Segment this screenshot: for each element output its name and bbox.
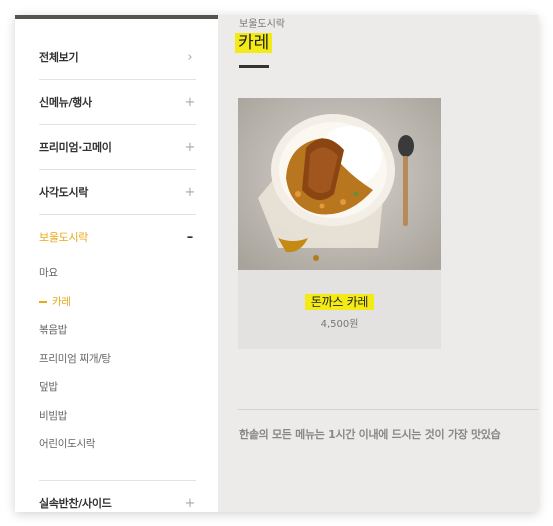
category-new-event[interactable]: 신메뉴/행사 + (39, 80, 196, 125)
notice-text: 한솥의 모든 메뉴는 1시간 이내에 드시는 것이 가장 맛있습 (239, 428, 501, 441)
subcategory-fried-rice[interactable]: 볶음밥 (39, 322, 67, 337)
category-all[interactable]: 전체보기 › (39, 35, 196, 80)
subcategory-rice-bowl[interactable]: 덮밥 (39, 379, 58, 394)
subcategory-kids[interactable]: 어린이도시락 (39, 436, 95, 451)
plus-icon: + (184, 139, 196, 155)
subcategory-label: 마요 (39, 267, 58, 279)
subcategory-label: 카레 (52, 296, 71, 308)
subcategory-label: 어린이도시락 (39, 438, 96, 450)
category-label: 보울도시락 (39, 231, 89, 244)
product-name: 돈까스 카레 (238, 291, 441, 310)
product-name-text: 돈까스 카레 (304, 294, 375, 310)
title-underline (239, 65, 269, 68)
product-card[interactable]: 돈까스 카레 4,500원 (238, 98, 441, 349)
product-price: 4,500원 (320, 319, 359, 330)
plus-icon: + (184, 184, 196, 200)
subcategory-label: 프리미엄 찌개/탕 (39, 353, 111, 365)
category-label: 전체보기 (39, 51, 79, 64)
page-frame: 전체보기 › 신메뉴/행사 + 프리미엄·고메이 + 사각도시락 + 보울도시락… (15, 15, 538, 512)
category-premium[interactable]: 프리미엄·고메이 + (39, 125, 196, 170)
plus-icon: + (184, 94, 196, 110)
subcategory-bibimbap[interactable]: 비빔밥 (39, 408, 67, 423)
subcategory-label: 볶음밥 (39, 324, 68, 336)
category-square-box[interactable]: 사각도시락 + (39, 170, 196, 215)
category-label: 신메뉴/행사 (39, 96, 92, 109)
divider (238, 409, 538, 410)
breadcrumb[interactable]: 보울도시락 (239, 15, 285, 30)
subcategory-label: 덮밥 (39, 381, 58, 393)
category-sidebar: 전체보기 › 신메뉴/행사 + 프리미엄·고메이 + 사각도시락 + 보울도시락… (15, 15, 218, 512)
category-side-dish[interactable]: 실속반찬/사이드 + (39, 481, 196, 512)
page-title: 카레 (235, 33, 273, 53)
subcategory-curry[interactable]: 카레 (39, 294, 71, 309)
product-image (238, 98, 441, 270)
category-label: 프리미엄·고메이 (39, 141, 112, 154)
subcategory-label: 비빔밥 (39, 410, 68, 422)
subcategory-stew[interactable]: 프리미엄 찌개/탕 (39, 351, 111, 366)
active-dash-icon (39, 300, 47, 303)
minus-icon: – (186, 229, 194, 245)
plus-icon: + (184, 495, 196, 511)
category-bowl-box[interactable]: 보울도시락 – (39, 215, 196, 259)
subcategory-mayo[interactable]: 마요 (39, 265, 58, 280)
chevron-right-icon: › (187, 49, 193, 65)
category-label: 실속반찬/사이드 (39, 497, 112, 510)
category-label: 사각도시락 (39, 186, 89, 199)
